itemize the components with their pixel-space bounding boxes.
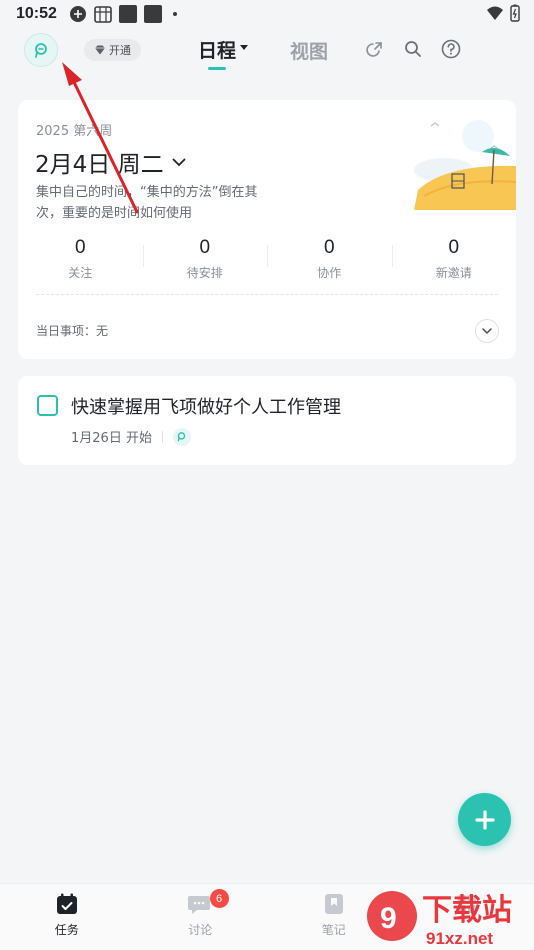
calendar-check-icon (56, 893, 77, 914)
unread-badge: 6 (209, 889, 229, 908)
status-notification-icons (69, 5, 177, 23)
app-header: 开通 日程 视图 (0, 28, 534, 74)
app-notify-icon-2 (143, 5, 162, 23)
task-checkbox[interactable] (37, 395, 58, 416)
diamond-icon (95, 45, 105, 55)
nav-item-more[interactable] (401, 884, 534, 950)
app-notify-icon (118, 5, 137, 23)
beach-illustration (414, 120, 516, 210)
stat-new-invites[interactable]: 0 新邀请 (391, 237, 517, 281)
nav-item-discussion[interactable]: 6 讨论 (134, 884, 268, 950)
stat-value: 0 (74, 237, 86, 258)
assignee-avatar (172, 427, 191, 446)
tab-schedule[interactable]: 日程 (198, 36, 249, 63)
chevron-down-icon (482, 327, 492, 334)
nav-item-notes[interactable]: 笔记 (267, 884, 401, 950)
task-title[interactable]: 快速掌握用飞项做好个人工作管理 (71, 393, 341, 419)
wifi-icon (487, 6, 503, 20)
battery-icon (510, 4, 520, 22)
stat-label: 新邀请 (435, 266, 472, 280)
stat-label: 关注 (68, 266, 93, 280)
calendar-notify-icon (94, 6, 112, 23)
status-time: 10:52 (16, 5, 57, 22)
stat-label: 协作 (317, 266, 342, 280)
vip-open-button[interactable]: 开通 (84, 39, 141, 61)
date-title: 2月4日 周二 (35, 152, 164, 178)
divider (36, 294, 498, 295)
more-icon (458, 895, 477, 913)
date-picker[interactable]: 2月4日 周二 (35, 145, 186, 179)
vip-label: 开通 (109, 44, 131, 57)
expand-button[interactable] (475, 319, 499, 343)
active-tab-indicator (208, 67, 226, 70)
tab-schedule-label: 日程 (198, 40, 237, 62)
feixiang-logo-icon (35, 43, 47, 58)
chevron-down-icon (172, 158, 185, 166)
sync-icon (69, 6, 86, 22)
user-avatar[interactable] (24, 33, 58, 67)
nav-label: 笔记 (321, 923, 346, 937)
plus-icon (474, 809, 495, 830)
date-summary-card: 2025 第六周 2月4日 周二 集中自己的时间，“集中的方法”倒在其次，重要的… (18, 100, 516, 359)
status-bar: 10:52 (0, 0, 534, 28)
caret-down-icon (240, 45, 249, 50)
tab-view[interactable]: 视图 (290, 37, 328, 64)
search-icon[interactable] (402, 38, 424, 60)
task-card[interactable]: 快速掌握用飞项做好个人工作管理 1月26日 开始 (18, 376, 516, 465)
bottom-nav: 任务 6 讨论 笔记 (0, 883, 534, 950)
week-label: 2025 第六周 (36, 124, 113, 139)
help-icon[interactable] (440, 38, 462, 60)
nav-label: 任务 (54, 923, 79, 937)
meta-separator (161, 430, 163, 443)
stat-value: 0 (448, 237, 460, 258)
stat-collaboration[interactable]: 0 协作 (267, 237, 392, 281)
stat-to-schedule[interactable]: 0 待安排 (142, 237, 268, 281)
stat-value: 0 (323, 237, 335, 258)
feixiang-logo-icon (178, 432, 186, 442)
add-task-button[interactable] (458, 793, 511, 846)
task-meta: 1月26日 开始 (71, 427, 191, 446)
today-items-label: 当日事项：无 (36, 324, 109, 338)
stats-row: 0 关注 0 待安排 0 协作 0 新邀请 (18, 237, 516, 281)
nav-item-tasks[interactable]: 任务 (0, 884, 134, 950)
status-system-icons (486, 4, 520, 22)
stat-value: 0 (199, 237, 211, 258)
stat-label: 待安排 (186, 266, 223, 280)
bookmark-note-icon (324, 894, 343, 914)
more-notifications-dot (172, 12, 177, 16)
daily-quote: 集中自己的时间，“集中的方法”倒在其次，重要的是时间如何使用 (36, 185, 258, 221)
nav-label: 讨论 (188, 923, 213, 937)
share-icon[interactable] (364, 38, 386, 60)
stat-following[interactable]: 0 关注 (18, 237, 143, 281)
task-start-date: 1月26日 开始 (71, 431, 152, 446)
